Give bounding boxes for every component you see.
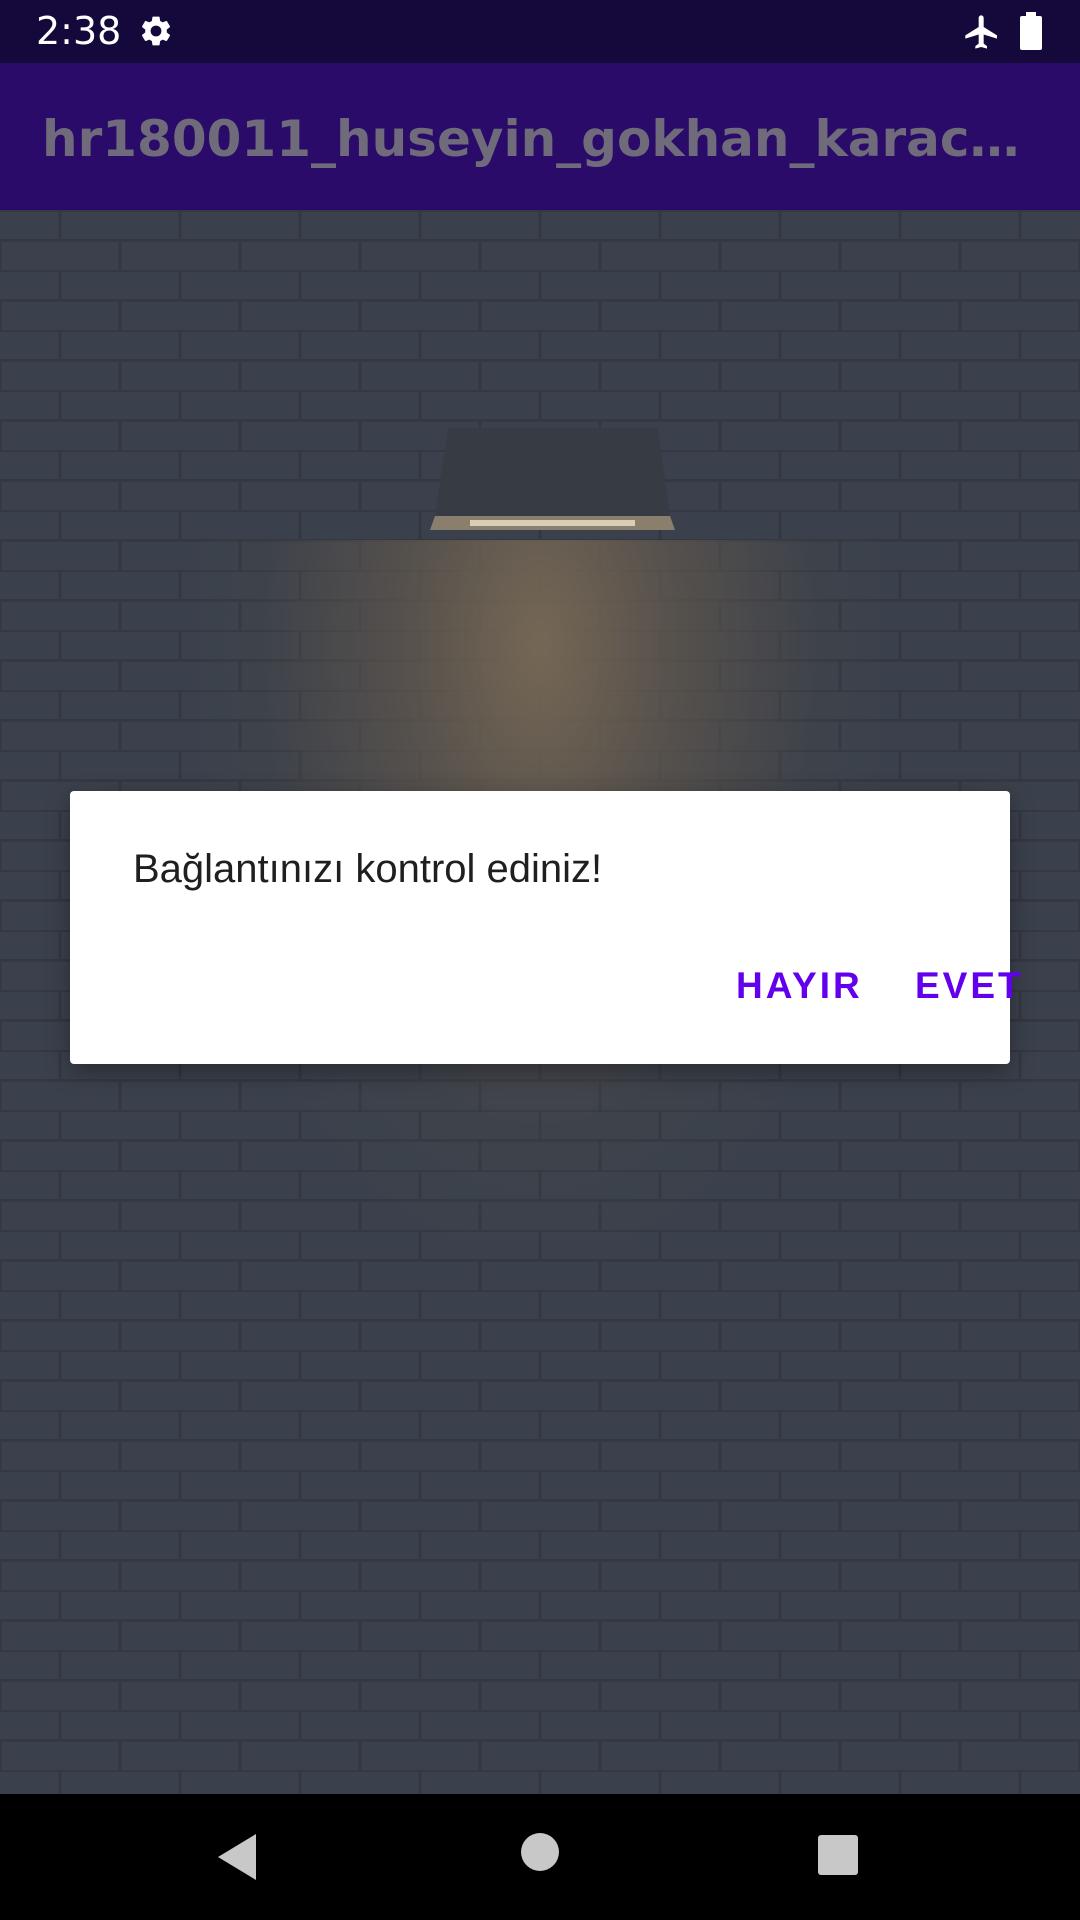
status-bar: 2:38 xyxy=(0,0,1080,63)
alert-dialog: Bağlantınızı kontrol ediniz! HAYIR EVET xyxy=(70,791,1021,1064)
app-title: hr180011_huseyin_gokhan_karacavus… xyxy=(42,110,1022,168)
dialog-message: Bağlantınızı kontrol ediniz! xyxy=(133,847,603,891)
status-time: 2:38 xyxy=(36,9,122,53)
screen: 2:38 hr180011_huseyin_gokhan_karacavus… xyxy=(0,0,1080,1920)
yes-button[interactable]: EVET xyxy=(903,948,1036,1024)
home-icon[interactable] xyxy=(520,1832,560,1872)
navigation-bar xyxy=(0,1794,1080,1920)
wall-lamp-image xyxy=(430,428,675,530)
settings-icon xyxy=(141,16,171,46)
battery-icon xyxy=(1020,12,1042,50)
recents-icon[interactable] xyxy=(817,1834,859,1876)
app-bar: hr180011_huseyin_gokhan_karacavus… xyxy=(0,63,1080,210)
airplane-mode-icon xyxy=(965,15,997,49)
back-icon[interactable] xyxy=(216,1832,260,1882)
no-button[interactable]: HAYIR xyxy=(724,948,875,1024)
